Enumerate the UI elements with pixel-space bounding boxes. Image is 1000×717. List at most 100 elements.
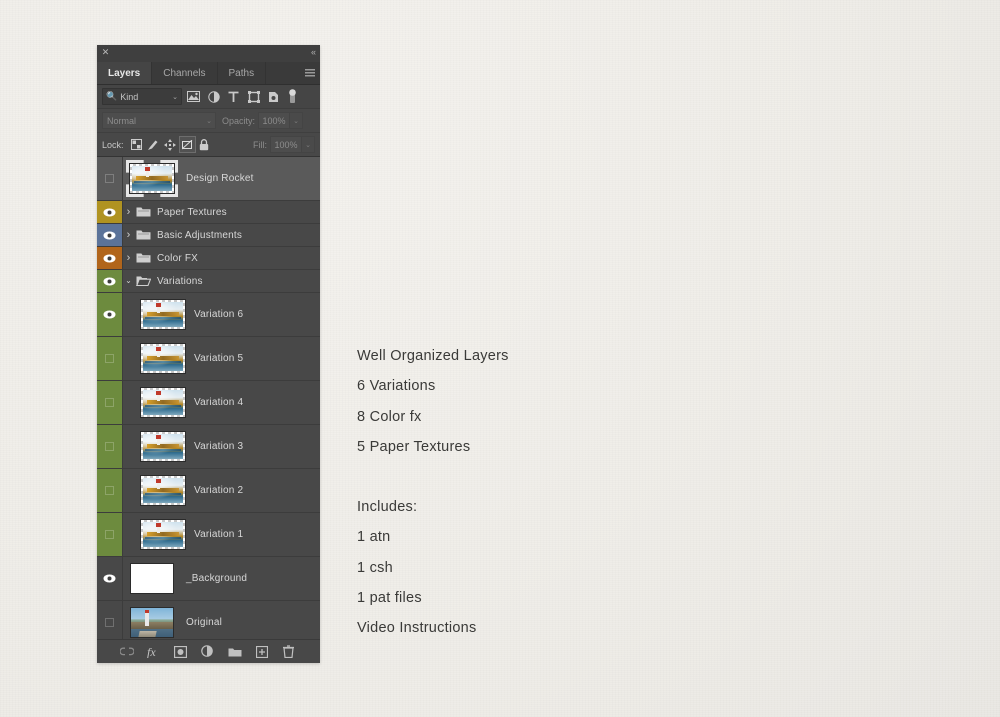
new-adjustment-layer-icon[interactable]	[200, 644, 215, 659]
smart-object-filter-icon[interactable]	[265, 88, 282, 105]
layer-list[interactable]: Design Rocket › Paper Textures › Basic Adjus…	[97, 157, 320, 639]
type-layer-filter-icon[interactable]	[225, 88, 242, 105]
layer-visibility-toggle[interactable]	[97, 247, 123, 269]
layer-visibility-toggle[interactable]	[97, 201, 123, 223]
chevron-down-icon: ⌄	[172, 93, 178, 101]
eye-icon	[103, 310, 116, 319]
svg-text:fx: fx	[147, 645, 156, 658]
link-layers-icon[interactable]	[119, 644, 134, 659]
collapse-icon[interactable]: «	[311, 47, 316, 57]
tab-channels[interactable]: Channels	[152, 62, 218, 84]
layer-visibility-toggle[interactable]	[97, 337, 123, 380]
feature-line: Well Organized Layers	[357, 348, 509, 364]
layers-panel: ✕ « Layers Channels Paths 🔍 Kind ⌄ Norma…	[97, 45, 320, 663]
search-icon: 🔍	[106, 91, 118, 101]
layer-visibility-toggle[interactable]	[97, 557, 123, 600]
close-icon[interactable]: ✕	[101, 48, 110, 57]
eye-off-icon	[105, 442, 114, 451]
layer-thumbnail[interactable]	[137, 299, 189, 330]
layer-name: Variation 5	[194, 353, 244, 364]
layer-thumbnail[interactable]	[123, 563, 181, 594]
adjustment-layer-filter-icon[interactable]	[205, 88, 222, 105]
layer-row[interactable]: Variation 4	[97, 381, 320, 425]
layer-visibility-toggle[interactable]	[97, 513, 123, 556]
layer-thumbnail-image	[131, 564, 173, 593]
eye-off-icon	[105, 398, 114, 407]
layer-row[interactable]: ⌄ Variations	[97, 270, 320, 293]
layer-row[interactable]: Variation 2	[97, 469, 320, 513]
layer-visibility-toggle[interactable]	[97, 270, 123, 292]
layer-row[interactable]: › Color FX	[97, 247, 320, 270]
opacity-chevron-icon[interactable]: ⌄	[290, 112, 304, 129]
layer-visibility-toggle[interactable]	[97, 425, 123, 468]
eye-icon	[103, 231, 116, 240]
layer-thumbnail[interactable]	[137, 343, 189, 374]
feature-line: 5 Paper Textures	[357, 438, 471, 455]
blend-mode-select[interactable]: Normal ⌄	[102, 112, 216, 129]
tab-layers[interactable]: Layers	[97, 62, 153, 84]
layer-thumbnail-image	[131, 608, 173, 637]
delete-layer-icon[interactable]	[281, 644, 296, 659]
tab-paths[interactable]: Paths	[218, 62, 267, 84]
feature-copy-block: Well Organized Layers 6 Variations 8 Col…	[357, 341, 777, 644]
folder-closed-icon	[134, 229, 152, 241]
layer-visibility-toggle[interactable]	[97, 157, 123, 200]
shape-layer-filter-icon[interactable]	[245, 88, 262, 105]
add-layer-style-fx-icon[interactable]: fx	[146, 644, 161, 659]
layer-thumbnail[interactable]	[123, 607, 181, 638]
lock-position-icon[interactable]	[162, 136, 179, 153]
panel-menu-icon[interactable]	[305, 69, 315, 77]
layer-row[interactable]: Variation 6	[97, 293, 320, 337]
layer-visibility-toggle[interactable]	[97, 381, 123, 424]
chevron-down-icon[interactable]: ⌄	[123, 277, 134, 285]
chevron-right-icon[interactable]: ›	[123, 206, 134, 218]
layer-name: Paper Textures	[157, 206, 227, 218]
chevron-right-icon[interactable]: ›	[123, 252, 134, 264]
opacity-input[interactable]: 100%	[258, 112, 291, 129]
layer-thumbnail[interactable]	[137, 519, 189, 550]
layer-name: Variations	[157, 275, 203, 287]
layer-row[interactable]: › Paper Textures	[97, 201, 320, 224]
new-group-icon[interactable]	[227, 644, 242, 659]
layer-thumbnail[interactable]	[137, 431, 189, 462]
panel-titlebar: ✕ «	[97, 45, 320, 62]
fill-input[interactable]: 100%	[270, 136, 302, 153]
layer-thumbnail[interactable]	[137, 387, 189, 418]
folder-closed-icon	[134, 206, 152, 218]
layer-name: Original	[186, 617, 223, 628]
layer-row[interactable]: Variation 3	[97, 425, 320, 469]
blend-mode-value: Normal	[107, 115, 137, 126]
lock-transparent-pixels-icon[interactable]	[128, 136, 145, 153]
layer-row[interactable]: Original	[97, 601, 320, 639]
layer-row[interactable]: Variation 1	[97, 513, 320, 557]
add-layer-mask-icon[interactable]	[173, 644, 188, 659]
fill-chevron-icon[interactable]: ⌄	[302, 136, 315, 153]
pixel-layer-filter-icon[interactable]	[185, 88, 202, 105]
layer-row[interactable]: Design Rocket	[97, 157, 320, 201]
layer-thumbnail-image	[143, 390, 183, 415]
layer-visibility-toggle[interactable]	[97, 224, 123, 246]
chevron-down-icon: ⌄	[206, 117, 212, 125]
layer-thumbnail[interactable]	[137, 475, 189, 506]
new-layer-icon[interactable]	[254, 644, 269, 659]
layer-row[interactable]: › Basic Adjustments	[97, 224, 320, 247]
layer-visibility-toggle[interactable]	[97, 469, 123, 512]
chevron-right-icon[interactable]: ›	[123, 229, 134, 241]
selected-thumbnail-frame	[126, 160, 178, 197]
layer-visibility-toggle[interactable]	[97, 601, 123, 639]
filter-kind-select[interactable]: 🔍 Kind ⌄	[102, 88, 182, 105]
filter-toggle-switch[interactable]	[286, 88, 298, 105]
blend-mode-row: Normal ⌄ Opacity: 100% ⌄	[97, 108, 320, 132]
lock-image-pixels-icon[interactable]	[145, 136, 162, 153]
layer-visibility-toggle[interactable]	[97, 293, 123, 336]
layer-thumbnail-image	[143, 346, 183, 371]
includes-line: Video Instructions	[357, 620, 477, 637]
layer-thumbnail-image	[132, 166, 172, 191]
layer-row[interactable]: _Background	[97, 557, 320, 601]
layer-filter-row: 🔍 Kind ⌄	[97, 85, 320, 108]
layer-thumbnail[interactable]	[123, 160, 181, 197]
lock-artboard-nesting-icon[interactable]	[178, 136, 196, 153]
layer-row[interactable]: Variation 5	[97, 337, 320, 381]
eye-icon	[103, 208, 116, 217]
lock-all-icon[interactable]	[196, 136, 213, 153]
